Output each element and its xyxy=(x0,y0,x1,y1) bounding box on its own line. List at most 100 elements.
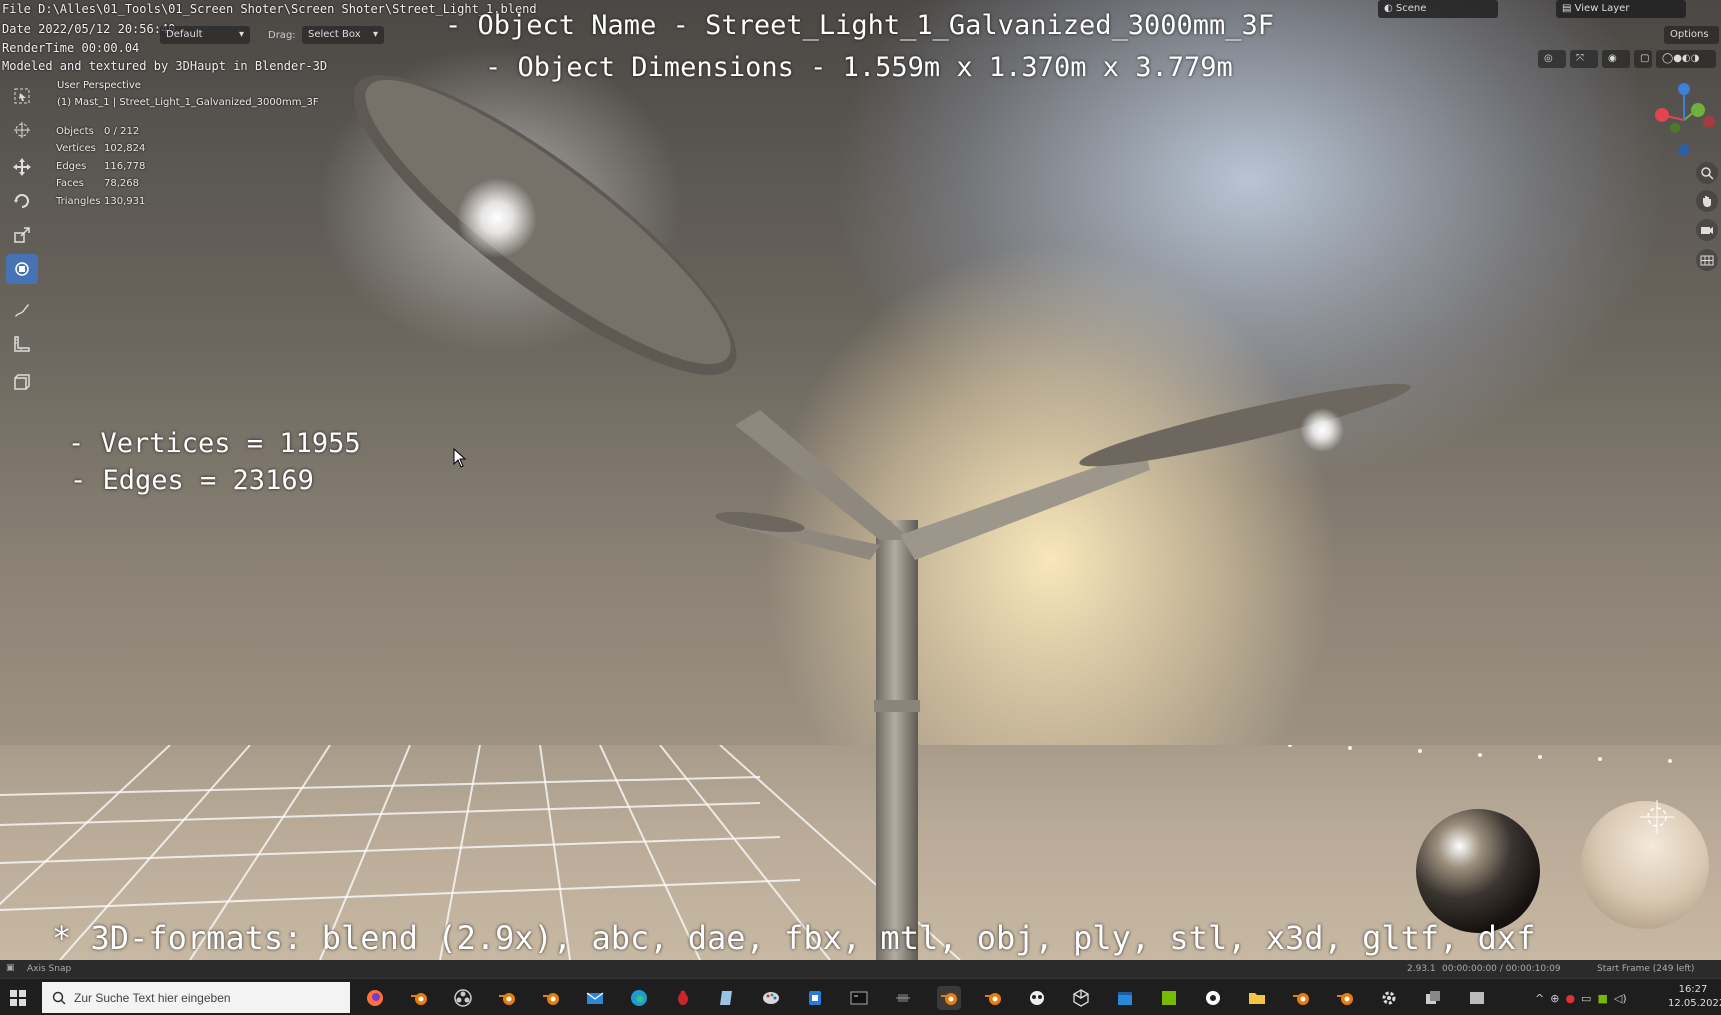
app-windows[interactable] xyxy=(1421,986,1445,1010)
move-tool[interactable] xyxy=(6,152,38,182)
obs-app[interactable] xyxy=(451,986,475,1010)
grid-icon xyxy=(1700,255,1714,266)
stats-label: Vertices xyxy=(56,143,96,154)
clock[interactable]: 16:27 12.05.2022 xyxy=(1668,983,1721,1011)
viewport-shading-buttons[interactable]: ◎ ⤧ ◉ ▢ ◯●◐◑ xyxy=(1498,48,1720,70)
zoom-button[interactable] xyxy=(1696,162,1718,184)
status-bar: ▣ Axis Snap 2.93.1 00:00:00:00 / 00:00:1… xyxy=(0,960,1721,978)
zoom-icon xyxy=(1701,167,1714,180)
blender-icon xyxy=(941,993,957,1005)
collection-label: (1) Mast_1 | Street_Light_1_Galvanized_3… xyxy=(57,97,319,108)
calendar-app[interactable] xyxy=(1113,986,1137,1010)
rotate-icon xyxy=(14,194,29,208)
stats-row: Edges 116,778 xyxy=(56,161,145,172)
blender-icon xyxy=(1293,993,1309,1005)
add-cube-icon xyxy=(14,374,30,390)
ortho-toggle-button[interactable] xyxy=(1696,249,1718,271)
app-chip[interactable] xyxy=(891,986,915,1010)
camera-view-button[interactable] xyxy=(1696,219,1718,241)
render-time-text: RenderTime 00:00.04 xyxy=(2,41,140,55)
vertices-overlay: - Vertices = 11955 xyxy=(68,428,361,459)
stats-value: 0 / 212 xyxy=(104,126,140,137)
nvidia-tray-icon[interactable]: ■ xyxy=(1597,992,1607,1005)
windows-icon xyxy=(10,990,26,1006)
stats-value: 116,778 xyxy=(104,161,146,172)
chip-icon xyxy=(896,994,910,1002)
bug-icon xyxy=(678,990,688,1005)
visibility-icon[interactable]: ◎ xyxy=(1538,50,1566,68)
stats-label: Edges xyxy=(56,161,87,172)
blender-app[interactable] xyxy=(1289,986,1313,1010)
xray-icon[interactable]: ▢ xyxy=(1634,50,1652,68)
app-window-2[interactable] xyxy=(1465,986,1489,1010)
windows-taskbar: Zur Suche Text hier eingeben ^ ⊕ ● ▭ ■ ◁… xyxy=(0,978,1721,1015)
battery-icon[interactable]: ▭ xyxy=(1581,992,1591,1005)
pan-button[interactable] xyxy=(1696,190,1718,212)
blender-app[interactable] xyxy=(981,986,1005,1010)
firefox-app[interactable] xyxy=(363,986,387,1010)
navigation-gizmo[interactable] xyxy=(1640,80,1720,160)
panda-icon xyxy=(1030,991,1044,1005)
mail-app[interactable] xyxy=(583,986,607,1010)
nvidia-app[interactable] xyxy=(1157,986,1181,1010)
stats-row: Vertices 102,824 xyxy=(56,143,145,154)
mouse-icon: ▣ xyxy=(6,963,15,973)
app-red[interactable] xyxy=(671,986,695,1010)
gizmo-icon[interactable]: ⤧ xyxy=(1570,50,1598,68)
document-icon xyxy=(809,991,821,1005)
antivirus-icon[interactable]: ● xyxy=(1565,992,1575,1005)
add-cube-tool[interactable] xyxy=(6,367,38,397)
blender-app-active[interactable] xyxy=(937,986,961,1010)
blender-app[interactable] xyxy=(1333,986,1357,1010)
measure-tool[interactable] xyxy=(6,329,38,359)
notes-app[interactable] xyxy=(715,986,739,1010)
chevron-up-icon[interactable]: ^ xyxy=(1535,992,1544,1005)
options-dropdown[interactable]: Options xyxy=(1664,26,1719,44)
taskbar-search[interactable]: Zur Suche Text hier eingeben xyxy=(42,982,350,1013)
overlay-icon[interactable]: ◉ xyxy=(1602,50,1630,68)
stats-row: Triangles 130,931 xyxy=(56,196,145,207)
rotate-tool[interactable] xyxy=(6,186,38,216)
3d-viewer-app[interactable] xyxy=(1069,986,1093,1010)
modeled-by-text: Modeled and textured by 3DHaupt in Blend… xyxy=(2,59,328,73)
hand-icon xyxy=(1703,196,1711,207)
mouse-pointer-icon xyxy=(453,448,467,468)
files-app[interactable] xyxy=(803,986,827,1010)
explorer-app[interactable] xyxy=(1245,986,1269,1010)
blender-app[interactable] xyxy=(407,986,431,1010)
cursor-tool[interactable] xyxy=(6,115,38,145)
select-box-tool[interactable] xyxy=(6,81,38,111)
object-name-overlay: - Object Name - Street_Light_1_Galvanize… xyxy=(445,10,1275,41)
formats-overlay: * 3D-formats: blend (2.9x), abc, dae, fb… xyxy=(52,919,1536,957)
drag-select-dropdown[interactable]: Select Box ▾ xyxy=(302,26,384,44)
edge-app[interactable] xyxy=(627,986,651,1010)
orientation-dropdown[interactable]: Default ▾ xyxy=(160,26,250,44)
blender-app[interactable] xyxy=(539,986,563,1010)
3d-cursor-icon[interactable] xyxy=(1640,800,1674,834)
scale-tool[interactable] xyxy=(6,220,38,250)
transform-tool[interactable] xyxy=(6,254,38,284)
panda-app[interactable] xyxy=(1025,986,1049,1010)
select-box-icon xyxy=(14,88,30,104)
settings-app[interactable] xyxy=(1377,986,1401,1010)
shading-mode-icon[interactable]: ◯●◐◑ xyxy=(1656,50,1716,68)
view-layer-selector[interactable]: ▤ View Layer xyxy=(1556,0,1686,18)
orientation-label: Default xyxy=(166,29,203,40)
network-icon[interactable]: ⊕ xyxy=(1550,992,1559,1005)
system-tray[interactable]: ^ ⊕ ● ▭ ■ ◁) xyxy=(1535,989,1665,1007)
annotate-tool[interactable] xyxy=(6,295,38,325)
folder-icon xyxy=(1249,993,1265,1004)
date-text: Date 2022/05/12 20:56:40 xyxy=(2,22,176,36)
perspective-label: User Perspective xyxy=(57,80,141,91)
scene-selector[interactable]: ◐ Scene xyxy=(1378,0,1498,18)
app-circle[interactable] xyxy=(1201,986,1225,1010)
volume-icon[interactable]: ◁) xyxy=(1614,992,1627,1005)
version-label: 2.93.1 xyxy=(1407,964,1436,974)
blender-app[interactable] xyxy=(495,986,519,1010)
3d-viewport[interactable]: File D:\Alles\01_Tools\01_Screen Shoter\… xyxy=(0,0,1721,960)
cursor-icon xyxy=(14,122,30,138)
terminal-app[interactable] xyxy=(847,986,871,1010)
start-button[interactable] xyxy=(6,986,30,1010)
paint-app[interactable] xyxy=(759,986,783,1010)
window-icon xyxy=(1426,991,1440,1004)
